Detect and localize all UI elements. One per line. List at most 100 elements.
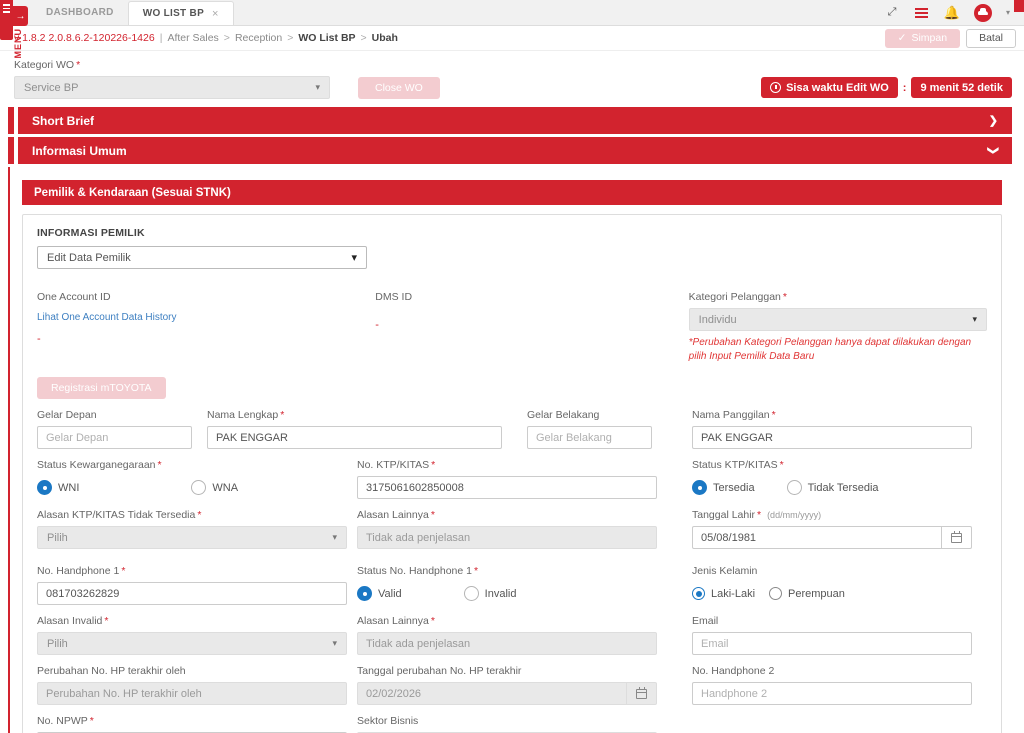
one-account-id-value: - [37, 333, 345, 345]
radio-wni[interactable]: WNI [37, 480, 79, 495]
user-avatar[interactable] [974, 4, 992, 22]
accordion-short-brief[interactable]: Short Brief ❯ [8, 107, 1012, 134]
no-hp1-field: No. Handphone 1* [37, 565, 347, 605]
radio-laki-laki[interactable]: Laki-Laki [692, 587, 755, 600]
edit-wo-timer: Sisa waktu Edit WO : 9 menit 52 detik [761, 77, 1012, 98]
notifications-bell-icon[interactable]: 🔔 [944, 5, 960, 21]
chevron-down-icon: ❯ [987, 146, 1000, 155]
user-menu-chevron-icon[interactable]: ▾ [1006, 8, 1010, 17]
app-window: DASHBOARD WO LIST BP × ⤢ 🔔 ▾ → MENU v 1.… [0, 0, 1024, 733]
informasi-pemilik-label: INFORMASI PEMILIK [37, 227, 987, 239]
tab-wo-list-bp[interactable]: WO LIST BP × [128, 1, 234, 25]
chevron-down-icon: ▾ [315, 82, 320, 93]
crumb-reception: Reception [235, 32, 282, 44]
crumb-ubah: Ubah [372, 32, 398, 44]
radio-perempuan[interactable]: Perempuan [769, 587, 845, 600]
nama-lengkap-input[interactable] [207, 426, 502, 449]
no-ktp-field: No. KTP/KITAS* [357, 459, 657, 499]
batal-button[interactable]: Batal [966, 29, 1016, 48]
calendar-icon[interactable] [942, 526, 972, 549]
breadcrumb: v 1.8.2 2.0.8.6.2-120226-1426 | After Sa… [14, 32, 398, 44]
alasan-lainnya-hp-input[interactable] [357, 632, 657, 655]
tab-dashboard[interactable]: DASHBOARD [32, 0, 128, 25]
radio-icon [191, 480, 206, 495]
gelar-belakang-label: Gelar Belakang [527, 409, 652, 421]
timer-label-badge: Sisa waktu Edit WO [761, 77, 898, 98]
gelar-depan-label: Gelar Depan [37, 409, 192, 421]
close-wo-button[interactable]: Close WO [358, 77, 440, 99]
radio-icon [787, 480, 802, 495]
email-field: Email [692, 615, 972, 655]
alasan-ktp-select[interactable]: Pilih ▾ [37, 526, 347, 549]
nama-lengkap-label: Nama Lengkap* [207, 409, 502, 421]
calendar-icon[interactable] [627, 682, 657, 705]
toolbar: v 1.8.2 2.0.8.6.2-120226-1426 | After Sa… [0, 26, 1024, 51]
alasan-invalid-field: Alasan Invalid* Pilih ▾ [37, 615, 347, 655]
fullscreen-icon[interactable]: ⤢ [884, 5, 900, 21]
accordion-informasi-umum[interactable]: Informasi Umum ❯ [8, 137, 1012, 164]
informasi-umum-title: Informasi Umum [32, 144, 127, 158]
email-input[interactable] [692, 632, 972, 655]
kategori-pelanggan-note: *Perubahan Kategori Pelanggan hanya dapa… [689, 336, 987, 363]
radio-invalid[interactable]: Invalid [464, 586, 517, 601]
chevron-down-icon: ▾ [332, 638, 337, 649]
email-label: Email [692, 615, 972, 627]
radio-selected-icon [37, 480, 52, 495]
no-hp1-input[interactable] [37, 582, 347, 605]
alasan-invalid-select[interactable]: Pilih ▾ [37, 632, 347, 655]
one-account-id-field: One Account ID Lihat One Account Data Hi… [37, 291, 345, 363]
sektor-bisnis-label: Sektor Bisnis [357, 715, 657, 727]
dms-id-field: DMS ID - [375, 291, 673, 363]
kategori-pelanggan-field: Kategori Pelanggan* Individu ▾ *Perubaha… [689, 291, 987, 363]
radio-tidak-tersedia[interactable]: Tidak Tersedia [787, 480, 879, 495]
menu-label: MENU [13, 28, 23, 59]
alasan-lainnya-ktp-input[interactable] [357, 526, 657, 549]
tanggal-lahir-field: Tanggal Lahir* (dd/mm/yyyy) [692, 509, 972, 549]
no-hp2-field: No. Handphone 2 [692, 665, 972, 705]
one-account-history-link[interactable]: Lihat One Account Data History [37, 312, 177, 323]
simpan-button[interactable]: ✓ Simpan [885, 29, 960, 48]
dms-id-label: DMS ID [375, 291, 673, 303]
no-hp2-input[interactable] [692, 682, 972, 705]
clock-icon [770, 82, 781, 93]
accent-bar [8, 107, 14, 134]
menu-list-icon[interactable] [914, 5, 930, 21]
radio-tersedia[interactable]: Tersedia [692, 480, 755, 495]
side-menu-toggle[interactable]: → MENU [0, 0, 30, 56]
radio-wna[interactable]: WNA [191, 480, 238, 495]
topbar-icons: ⤢ 🔔 ▾ [884, 0, 1024, 25]
perubahan-hp-oleh-input[interactable] [37, 682, 347, 705]
radio-icon [464, 586, 479, 601]
no-ktp-input[interactable] [357, 476, 657, 499]
chevron-right-icon: ❯ [989, 114, 998, 127]
top-tab-bar: DASHBOARD WO LIST BP × ⤢ 🔔 ▾ [0, 0, 1024, 26]
corner-accent [1014, 0, 1024, 12]
no-hp2-label: No. Handphone 2 [692, 665, 972, 677]
chevron-down-icon: ▾ [972, 314, 977, 325]
radio-valid[interactable]: Valid [357, 586, 402, 601]
nama-panggilan-input[interactable] [692, 426, 972, 449]
informasi-umum-body: Pemilik & Kendaraan (Sesuai STNK) INFORM… [8, 167, 1012, 733]
gelar-belakang-input[interactable] [527, 426, 652, 449]
gelar-depan-input[interactable] [37, 426, 192, 449]
tanggal-perubahan-hp-label: Tanggal perubahan No. HP terakhir [357, 665, 657, 677]
alasan-lainnya-hp-field: Alasan Lainnya* [357, 615, 657, 655]
gelar-belakang-field: Gelar Belakang [527, 409, 652, 449]
check-icon: ✓ [898, 32, 907, 44]
crumb-after-sales: After Sales [167, 32, 218, 44]
radio-selected-icon [357, 586, 372, 601]
one-account-id-label: One Account ID [37, 291, 345, 303]
tanggal-perubahan-hp-input[interactable] [357, 682, 627, 705]
kategori-wo-select[interactable]: Service BP ▾ [14, 76, 330, 99]
kategori-wo-label: Kategori WO* [14, 59, 1012, 71]
nama-panggilan-label: Nama Panggilan* [692, 409, 972, 421]
tanggal-lahir-input[interactable] [692, 526, 942, 549]
perubahan-hp-oleh-label: Perubahan No. HP terakhir oleh [37, 665, 347, 677]
kategori-pelanggan-select[interactable]: Individu ▾ [689, 308, 987, 331]
no-npwp-field: No. NPWP* [37, 715, 347, 733]
registrasi-mtoyota-button[interactable]: Registrasi mTOYOTA [37, 377, 166, 399]
app-version: v 1.8.2 2.0.8.6.2-120226-1426 [14, 32, 155, 44]
status-ktp-field: Status KTP/KITAS* Tersedia Tidak Tersedi… [692, 459, 972, 499]
edit-data-pemilik-select[interactable]: Edit Data Pemilik ▾ [37, 246, 367, 269]
close-tab-icon[interactable]: × [212, 8, 219, 20]
